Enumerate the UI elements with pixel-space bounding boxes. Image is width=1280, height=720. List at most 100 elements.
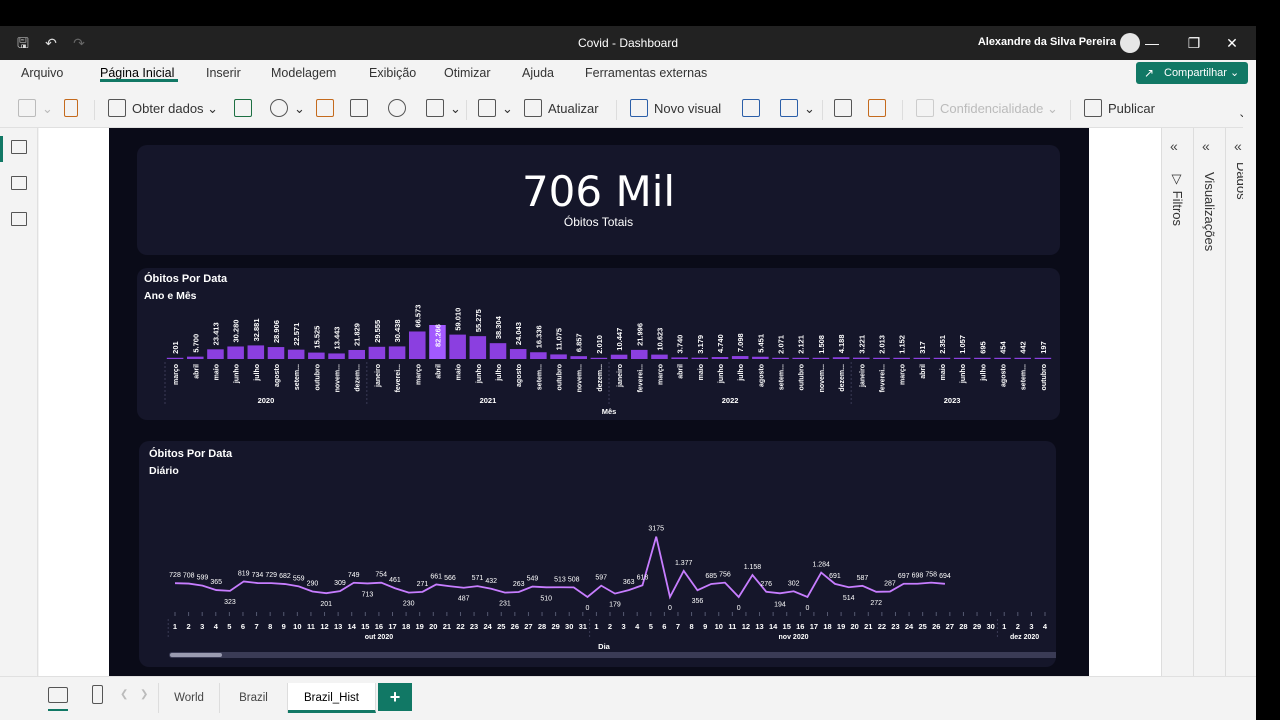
menu-modelagem[interactable]: Modelagem (271, 66, 336, 80)
get-data-button[interactable]: Obter dados ⌄ (108, 97, 218, 121)
visualizations-pane[interactable]: « Visualizações (1193, 128, 1224, 676)
desktop-layout-icon[interactable] (48, 687, 68, 703)
x-tick-label: 19 (837, 622, 845, 631)
bar (752, 356, 769, 359)
bar-data-label: 1.152 (898, 335, 907, 354)
bar-data-label: 32.881 (252, 318, 261, 341)
menu-exibicao[interactable]: Exibição (369, 66, 416, 80)
x-tick-label: 1 (594, 622, 598, 631)
monthly-chart-card[interactable]: Óbitos Por Data Ano e Mês 201 março 5.700 a… (137, 268, 1060, 420)
new-measure-button[interactable] (834, 97, 858, 121)
menu-arquivo[interactable]: Arquivo (21, 66, 63, 80)
tab-brazil[interactable]: Brazil (220, 683, 288, 713)
monthly-bar-chart: 201 março 5.700 abril 23.413 maio 30.280 junho 3… (164, 305, 1052, 416)
chevron-left-icon[interactable]: « (1234, 138, 1242, 154)
bar (711, 357, 729, 359)
dataverse-button[interactable] (316, 97, 340, 121)
tab-scroll-right-icon[interactable]: ❯ (140, 689, 148, 700)
bar (1034, 357, 1052, 359)
tab-scroll-left-icon[interactable]: ❮ (120, 689, 128, 700)
month-label: out 2020 (365, 634, 394, 641)
table-view-icon[interactable] (11, 176, 27, 190)
avatar[interactable] (1120, 33, 1140, 53)
x-tick-label: 30 (986, 622, 994, 631)
tab-brazil-hist[interactable]: Brazil_Hist (288, 683, 376, 713)
recent-sources-button[interactable]: ⌄ (426, 97, 461, 121)
x-tick-label: abril (435, 364, 442, 379)
bar (207, 349, 224, 359)
x-tick-label: 21 (864, 622, 872, 631)
x-tick-label: janeiro (859, 364, 866, 388)
x-tick-label: julho (738, 364, 745, 382)
point-data-label: 618 (637, 574, 649, 581)
kpi-label: Óbitos Totais (563, 215, 634, 229)
kpi-card[interactable]: 706 Mil Óbitos Totais (137, 145, 1060, 255)
enter-data-button[interactable] (350, 97, 374, 121)
quick-measure-button[interactable] (868, 97, 892, 121)
new-visual-button[interactable]: Novo visual (630, 97, 721, 121)
ribbon-separator (466, 100, 467, 120)
x-tick-label: setem... (294, 364, 301, 390)
text-box-button[interactable] (742, 97, 766, 121)
point-data-label: 230 (403, 601, 415, 608)
point-data-label: 510 (540, 595, 552, 602)
bar (469, 336, 487, 359)
ribbon-separator (1070, 100, 1071, 120)
x-tick-label: 24 (483, 622, 492, 631)
menu-otimizar[interactable]: Otimizar (444, 66, 491, 80)
publish-button[interactable]: Publicar (1084, 97, 1155, 121)
bar-data-label: 10.623 (655, 328, 664, 351)
x-tick-label: 26 (932, 622, 940, 631)
transform-data-button[interactable]: ⌄ (478, 97, 513, 121)
x-tick-label: 1 (173, 622, 177, 631)
vertical-scrollbar[interactable] (1243, 86, 1256, 676)
daily-chart-card[interactable]: Óbitos Por Data Diário 728 708 599 365 323 81… (139, 441, 1056, 667)
user-name[interactable]: Alexandre da Silva Pereira (978, 36, 1116, 48)
active-view-indicator (0, 136, 3, 162)
x-tick-label: setem... (779, 364, 786, 390)
bar-data-label: 15.525 (312, 326, 321, 349)
dataverse-link-button[interactable] (388, 97, 412, 121)
more-visuals-button[interactable]: ⌄ (780, 97, 815, 121)
bar (368, 346, 386, 359)
x-tick-label: março (900, 364, 907, 385)
chevron-left-icon[interactable]: « (1170, 138, 1178, 154)
point-data-label: 287 (884, 581, 896, 588)
x-tick-label: 5 (227, 622, 231, 631)
add-page-button[interactable]: + (378, 683, 412, 711)
paste-button[interactable]: ⌄ (18, 97, 53, 121)
mobile-layout-icon[interactable] (92, 685, 103, 704)
month-label: nov 2020 (779, 634, 809, 641)
menu-pagina-inicial[interactable]: Página Inicial (100, 66, 174, 80)
minimize-button[interactable]: — (1140, 32, 1164, 54)
bar (933, 357, 951, 359)
restore-button[interactable]: ❐ (1182, 32, 1206, 54)
share-button[interactable]: ↗ Compartilhar ⌄ (1136, 62, 1248, 84)
x-tick-label: 12 (742, 622, 750, 631)
model-view-icon[interactable] (11, 212, 27, 226)
x-tick-label: setem... (536, 364, 543, 390)
point-data-label: 728 (169, 572, 181, 579)
x-tick-label: 18 (823, 622, 831, 631)
refresh-button[interactable]: Atualizar (524, 97, 599, 121)
x-tick-label: 30 (565, 622, 573, 631)
point-data-label: 694 (939, 573, 951, 580)
menu-ferramentas-externas[interactable]: Ferramentas externas (585, 66, 707, 80)
report-view-icon[interactable] (11, 140, 27, 154)
tab-world[interactable]: World (158, 683, 220, 713)
format-painter-button[interactable] (64, 97, 84, 121)
menu-ajuda[interactable]: Ajuda (522, 66, 554, 80)
bar-data-label: 82.266 (433, 324, 442, 347)
bar-data-label: 2.013 (877, 335, 886, 354)
bar (873, 357, 890, 359)
onelake-button[interactable]: ⌄ (270, 97, 305, 121)
chevron-left-icon[interactable]: « (1202, 138, 1210, 154)
sensitivity-button[interactable]: Confidencialidade ⌄ (916, 97, 1058, 121)
menu-inserir[interactable]: Inserir (206, 66, 241, 80)
close-button[interactable]: ✕ (1220, 32, 1244, 54)
bar (792, 357, 810, 359)
x-tick-label: 27 (946, 622, 954, 631)
filters-pane[interactable]: « ▽ Filtros (1161, 128, 1192, 676)
x-tick-label: feverei... (395, 364, 402, 392)
excel-button[interactable] (234, 97, 258, 121)
